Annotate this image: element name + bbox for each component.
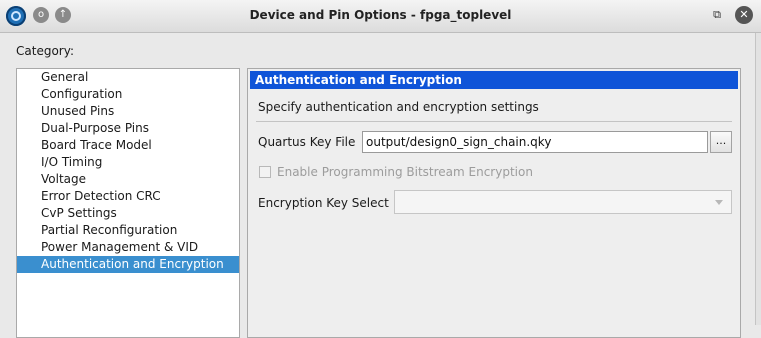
encryption-key-select-label: Encryption Key Select — [258, 196, 389, 210]
key-file-input[interactable]: output/design0_sign_chain.qky — [362, 131, 708, 153]
encryption-checkbox[interactable] — [259, 166, 271, 178]
encryption-key-select[interactable] — [394, 190, 732, 214]
category-item-cvp-settings[interactable]: CvP Settings — [17, 205, 239, 222]
chevron-down-icon — [715, 200, 723, 205]
panel-header: Authentication and Encryption — [250, 71, 738, 89]
key-file-label: Quartus Key File — [258, 135, 356, 149]
category-item-authentication-encryption[interactable]: Authentication and Encryption — [17, 256, 239, 273]
category-item-configuration[interactable]: Configuration — [17, 86, 239, 103]
category-list[interactable]: General Configuration Unused Pins Dual-P… — [16, 68, 240, 338]
category-item-io-timing[interactable]: I/O Timing — [17, 154, 239, 171]
category-item-dual-purpose-pins[interactable]: Dual-Purpose Pins — [17, 120, 239, 137]
window-edge — [755, 33, 761, 325]
category-label: Category: — [16, 44, 74, 58]
panel-description: Specify authentication and encryption se… — [258, 100, 539, 114]
settings-panel: Authentication and Encryption Specify au… — [247, 68, 741, 338]
category-item-power-management[interactable]: Power Management & VID — [17, 239, 239, 256]
category-item-unused-pins[interactable]: Unused Pins — [17, 103, 239, 120]
divider — [256, 121, 732, 122]
close-icon[interactable]: ✕ — [735, 6, 753, 24]
category-item-board-trace-model[interactable]: Board Trace Model — [17, 137, 239, 154]
category-item-partial-reconfiguration[interactable]: Partial Reconfiguration — [17, 222, 239, 239]
category-item-general[interactable]: General — [17, 69, 239, 86]
category-item-error-detection-crc[interactable]: Error Detection CRC — [17, 188, 239, 205]
restore-icon[interactable]: ⧉ — [708, 6, 726, 24]
browse-button[interactable]: ... — [710, 131, 732, 153]
window-title: Device and Pin Options - fpga_toplevel — [249, 8, 512, 22]
encryption-checkbox-label: Enable Programming Bitstream Encryption — [277, 165, 533, 179]
category-item-voltage[interactable]: Voltage — [17, 171, 239, 188]
title-bar: o ↑ Device and Pin Options - fpga_toplev… — [0, 0, 761, 33]
